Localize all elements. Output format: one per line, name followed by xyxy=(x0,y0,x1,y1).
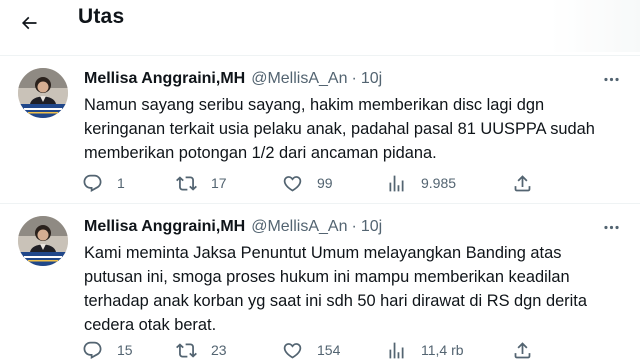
heart-icon xyxy=(283,342,302,359)
tweet-text-line: cedera otak berat. xyxy=(84,316,217,334)
tweet-text: Namun sayang seribu sayang, hakim member… xyxy=(84,93,632,165)
more-horizontal-icon xyxy=(603,225,619,229)
tweet-text-line: terhadap anak korban yg saat ini sdh 50 … xyxy=(84,292,587,310)
more-button[interactable] xyxy=(598,66,624,92)
retweet-count: 23 xyxy=(211,342,227,358)
like-button[interactable]: 99 xyxy=(282,171,333,195)
like-count: 99 xyxy=(317,175,333,191)
retweet-icon xyxy=(176,342,197,358)
timestamp[interactable]: 10j xyxy=(361,218,382,236)
avatar-photo xyxy=(18,68,68,118)
tweet-text: Kami meminta Jaksa Penuntut Umum melayan… xyxy=(84,241,632,337)
retweet-button[interactable]: 17 xyxy=(176,171,227,195)
page-title: Utas xyxy=(78,5,125,28)
reply-icon xyxy=(83,174,102,192)
tweet-text-line: Namun sayang seribu sayang, hakim member… xyxy=(84,96,545,114)
tweet-text-line: putusan ini, smoga proses hukum ini mamp… xyxy=(84,268,570,286)
author-handle[interactable]: @MellisA_An xyxy=(251,218,347,236)
views-chart-icon xyxy=(389,342,404,358)
tweet-actions: 15 23 154 11,4 rb xyxy=(82,338,552,360)
tweet-actions: 1 17 99 9.985 xyxy=(82,171,552,195)
avatar[interactable] xyxy=(18,68,68,118)
retweet-button[interactable]: 23 xyxy=(176,338,227,360)
view-count: 9.985 xyxy=(421,175,457,191)
reply-icon xyxy=(83,341,102,359)
tweet[interactable]: Mellisa Anggraini,MH @MellisA_An · 10j N… xyxy=(0,58,640,204)
author-handle[interactable]: @MellisA_An xyxy=(251,70,347,88)
share-icon xyxy=(514,174,531,191)
more-button[interactable] xyxy=(598,214,624,240)
tweet-header: Mellisa Anggraini,MH @MellisA_An · 10j xyxy=(84,70,382,88)
back-button[interactable] xyxy=(12,6,46,40)
views-button[interactable]: 11,4 rb xyxy=(386,338,464,360)
view-count: 11,4 rb xyxy=(421,342,464,358)
tweet-header: Mellisa Anggraini,MH @MellisA_An · 10j xyxy=(84,218,382,236)
more-horizontal-icon xyxy=(603,77,619,81)
separator-dot: · xyxy=(351,70,357,87)
retweet-icon xyxy=(176,175,197,191)
tweet-text-line: keringanan terkait usia pelaku anak, pad… xyxy=(84,120,595,138)
author-name[interactable]: Mellisa Anggraini,MH xyxy=(84,218,245,236)
header-edge-shade xyxy=(550,0,640,52)
views-button[interactable]: 9.985 xyxy=(386,171,456,195)
avatar[interactable] xyxy=(18,216,68,266)
share-button[interactable] xyxy=(512,338,533,360)
like-count: 154 xyxy=(317,342,341,358)
retweet-count: 17 xyxy=(211,175,227,191)
author-name[interactable]: Mellisa Anggraini,MH xyxy=(84,70,245,88)
reply-button[interactable]: 1 xyxy=(82,171,125,195)
tweet-text-line: memberikan potongan 1/2 dari ancaman pid… xyxy=(84,144,437,162)
views-chart-icon xyxy=(389,175,404,191)
share-icon xyxy=(514,341,531,358)
like-button[interactable]: 154 xyxy=(282,338,340,360)
avatar-photo xyxy=(18,216,68,266)
arrow-left-icon xyxy=(21,16,37,30)
share-button[interactable] xyxy=(512,171,533,195)
tweet-text-line: Kami meminta Jaksa Penuntut Umum melayan… xyxy=(84,244,562,262)
reply-button[interactable]: 15 xyxy=(82,338,133,360)
reply-count: 1 xyxy=(117,175,125,191)
separator-dot: · xyxy=(351,218,357,235)
timestamp[interactable]: 10j xyxy=(361,70,382,88)
reply-count: 15 xyxy=(117,342,133,358)
tweet[interactable]: Mellisa Anggraini,MH @MellisA_An · 10j K… xyxy=(0,206,640,360)
thread-header: Utas xyxy=(0,0,640,56)
heart-icon xyxy=(283,175,302,192)
